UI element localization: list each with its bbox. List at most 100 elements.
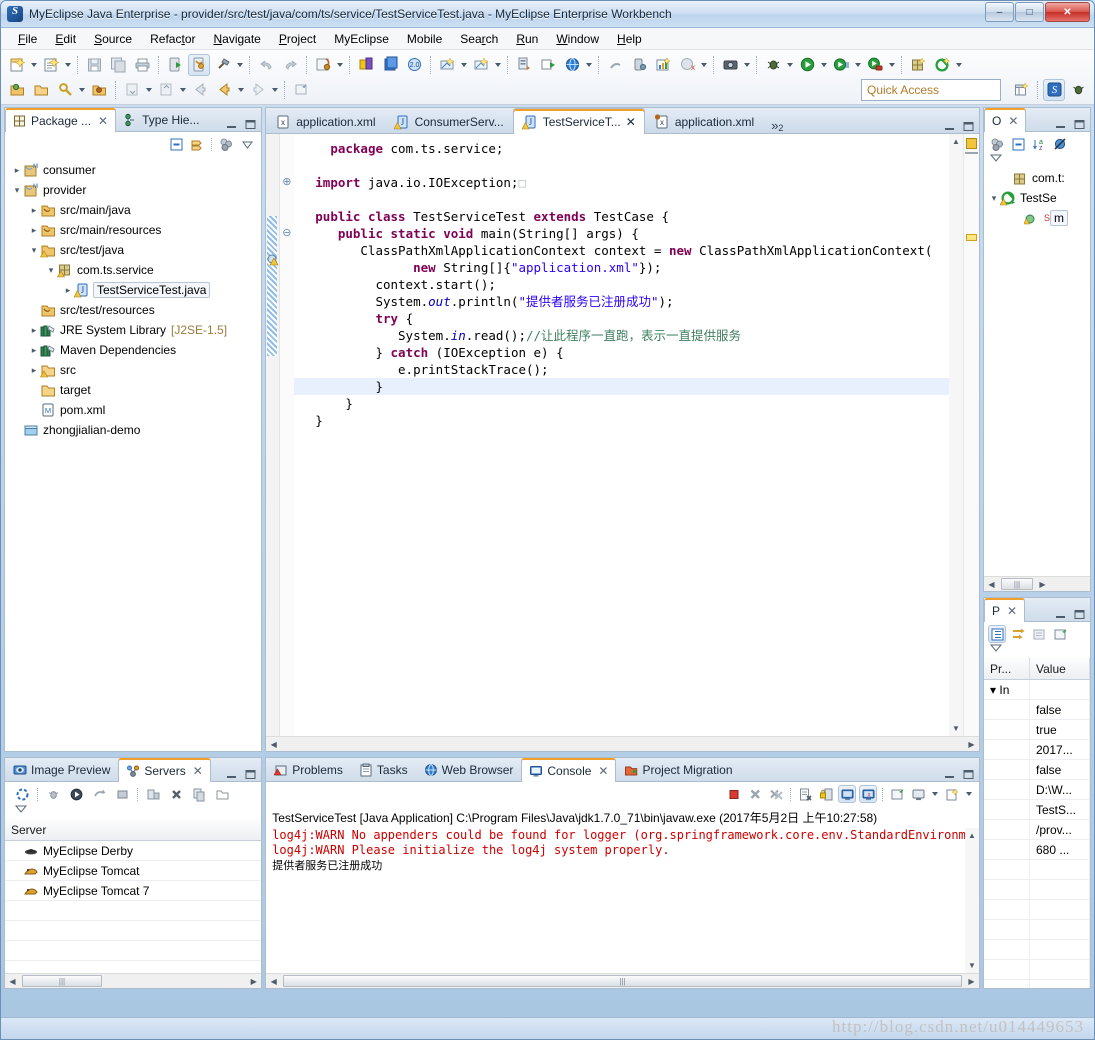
twisty-icon[interactable]: ▾ — [28, 245, 40, 256]
server-row[interactable]: MyEclipse Tomcat 7 — [5, 881, 262, 901]
editor-tab-overflow[interactable]: » 2 — [763, 116, 789, 133]
tree-node[interactable]: ▸ J TestServiceTest.java — [9, 280, 261, 300]
maximize-outline-icon[interactable] — [1073, 118, 1086, 131]
fold-toggle-icon[interactable]: ⊖ — [282, 225, 291, 242]
maximize-view-icon[interactable] — [244, 118, 257, 131]
open-server-icon[interactable] — [213, 785, 231, 803]
package-dropdown[interactable] — [335, 54, 345, 76]
print-icon[interactable] — [131, 54, 153, 76]
tree-node[interactable]: ▸ Mconsumer — [9, 160, 261, 180]
maximize-properties-icon[interactable] — [1073, 608, 1086, 621]
menu-item-mobile[interactable]: Mobile — [398, 30, 451, 48]
forward-dropdown[interactable] — [270, 79, 280, 101]
view-menu-icon[interactable] — [238, 135, 256, 153]
remove-launch-icon[interactable] — [746, 785, 764, 803]
properties-row[interactable]: 2017... — [984, 740, 1090, 760]
tree-node[interactable]: ▸ src — [9, 360, 261, 380]
run-green-icon[interactable] — [796, 54, 818, 76]
console-hscrollbar[interactable]: ◀ ||| ▶ — [266, 973, 979, 988]
menu-item-search[interactable]: Search — [451, 30, 507, 48]
editor-hscrollbar[interactable]: ◀ ▶ — [266, 736, 979, 751]
menu-item-source[interactable]: Source — [85, 30, 141, 48]
menu-item-navigate[interactable]: Navigate — [204, 30, 269, 48]
twisty-icon[interactable]: ▸ — [28, 205, 40, 216]
run-config-dropdown[interactable] — [459, 54, 469, 76]
properties-row[interactable] — [984, 860, 1090, 880]
display-console-dropdown[interactable] — [930, 783, 940, 805]
tab-problems[interactable]: Problems — [266, 758, 351, 781]
tree-node[interactable]: ▸ JRE System Library [J2SE-1.5] — [9, 320, 261, 340]
properties-row[interactable]: 680 ... — [984, 840, 1090, 860]
scroll-left-arrow[interactable]: ◀ — [5, 974, 20, 989]
run-as-dropdown[interactable] — [853, 54, 863, 76]
pin-editor-icon[interactable] — [290, 79, 312, 101]
editor-folding-ruler[interactable]: ⊕ ⊖ — [280, 134, 295, 736]
minimize-outline-icon[interactable] — [1054, 118, 1067, 131]
debug-dropdown[interactable] — [785, 54, 795, 76]
tab-properties[interactable]: P ✕ — [984, 598, 1026, 622]
sort-az-icon[interactable]: az — [1030, 135, 1048, 153]
start-server-icon[interactable] — [67, 785, 85, 803]
tab-type-hie[interactable]: Type Hie... — [116, 108, 207, 131]
snapshot-icon[interactable] — [719, 54, 741, 76]
remove-all-launches-icon[interactable] — [767, 785, 785, 803]
source-code-text[interactable]: package com.ts.service; import java.io.I… — [294, 134, 963, 736]
scroll-left-arrow[interactable]: ◀ — [984, 577, 999, 592]
build-dropdown[interactable] — [235, 54, 245, 76]
tab-image-preview[interactable]: Image Preview — [5, 758, 118, 781]
scroll-left-arrow[interactable]: ◀ — [266, 737, 281, 752]
tree-node[interactable]: zhongjialian-demo — [9, 420, 261, 440]
build-hammer-icon[interactable] — [212, 54, 234, 76]
tab-package[interactable]: Package ... ✕ — [5, 108, 117, 132]
close-icon[interactable]: ✕ — [1008, 114, 1018, 128]
show-console-on-error-icon[interactable]: x — [859, 785, 877, 803]
maximize-button[interactable]: □ — [1015, 2, 1044, 22]
close-icon[interactable]: ✕ — [626, 115, 636, 129]
open-type-icon[interactable] — [6, 79, 28, 101]
open-console-dropdown[interactable] — [964, 783, 974, 805]
deploy-app-icon[interactable] — [537, 54, 559, 76]
minimize-properties-icon[interactable] — [1054, 608, 1067, 621]
globe-icon[interactable] — [561, 54, 583, 76]
server-icon[interactable] — [513, 54, 535, 76]
terminate-icon[interactable] — [725, 785, 743, 803]
hide-fields-icon[interactable] — [1051, 135, 1069, 153]
servers-hscrollbar[interactable]: ◀ ||| ▶ — [5, 973, 262, 989]
globe-dropdown[interactable] — [584, 54, 594, 76]
scroll-down-arrow[interactable]: ▼ — [949, 721, 964, 736]
db-explorer-icon[interactable] — [379, 54, 401, 76]
scroll-down-arrow[interactable]: ▼ — [965, 958, 980, 973]
search-dropdown[interactable] — [77, 79, 87, 101]
menu-item-edit[interactable]: Edit — [46, 30, 85, 48]
menu-item-refactor[interactable]: Refactor — [141, 30, 204, 48]
new-file-dropdown[interactable] — [63, 54, 73, 76]
scroll-right-arrow[interactable]: ▶ — [964, 974, 979, 989]
view-menu-group-icon[interactable] — [217, 135, 235, 153]
tree-node[interactable]: ▾ com.ts.service — [9, 260, 261, 280]
pin-icon[interactable] — [1051, 625, 1069, 643]
tree-node[interactable]: target — [9, 380, 261, 400]
java-gen-dropdown[interactable] — [954, 54, 964, 76]
twisty-icon[interactable]: ▸ — [11, 165, 23, 176]
copy-server-icon[interactable] — [190, 785, 208, 803]
twisty-icon[interactable]: ▸ — [28, 325, 40, 336]
outline-node[interactable]: ▾ TestSе — [986, 188, 1090, 208]
properties-row[interactable]: ▾ In — [984, 680, 1090, 700]
properties-row[interactable]: true — [984, 720, 1090, 740]
menu-item-window[interactable]: Window — [547, 30, 608, 48]
show-categories-icon[interactable] — [988, 625, 1006, 643]
db-browser-icon[interactable] — [355, 54, 377, 76]
tab-servers[interactable]: Servers ✕ — [118, 758, 211, 782]
editor-overview-ruler[interactable] — [963, 134, 979, 736]
properties-row[interactable]: TestS... — [984, 800, 1090, 820]
close-icon[interactable]: ✕ — [98, 114, 108, 128]
debug-configuration-icon[interactable] — [470, 54, 492, 76]
maximize-editor-icon[interactable] — [962, 120, 975, 133]
properties-table-body[interactable]: ▾ In false true 2017... false D:\W... TestS...… — [984, 680, 1090, 988]
editor-tab-application-xml[interactable]: x application.xml — [645, 109, 763, 133]
tree-node[interactable]: ▸ src/main/java — [9, 200, 261, 220]
tree-node[interactable]: src/test/resources — [9, 300, 261, 320]
tree-node[interactable]: ▾ Mprovider — [9, 180, 261, 200]
previous-annotation-dropdown[interactable] — [178, 79, 188, 101]
mobile-preview-icon[interactable] — [604, 54, 626, 76]
